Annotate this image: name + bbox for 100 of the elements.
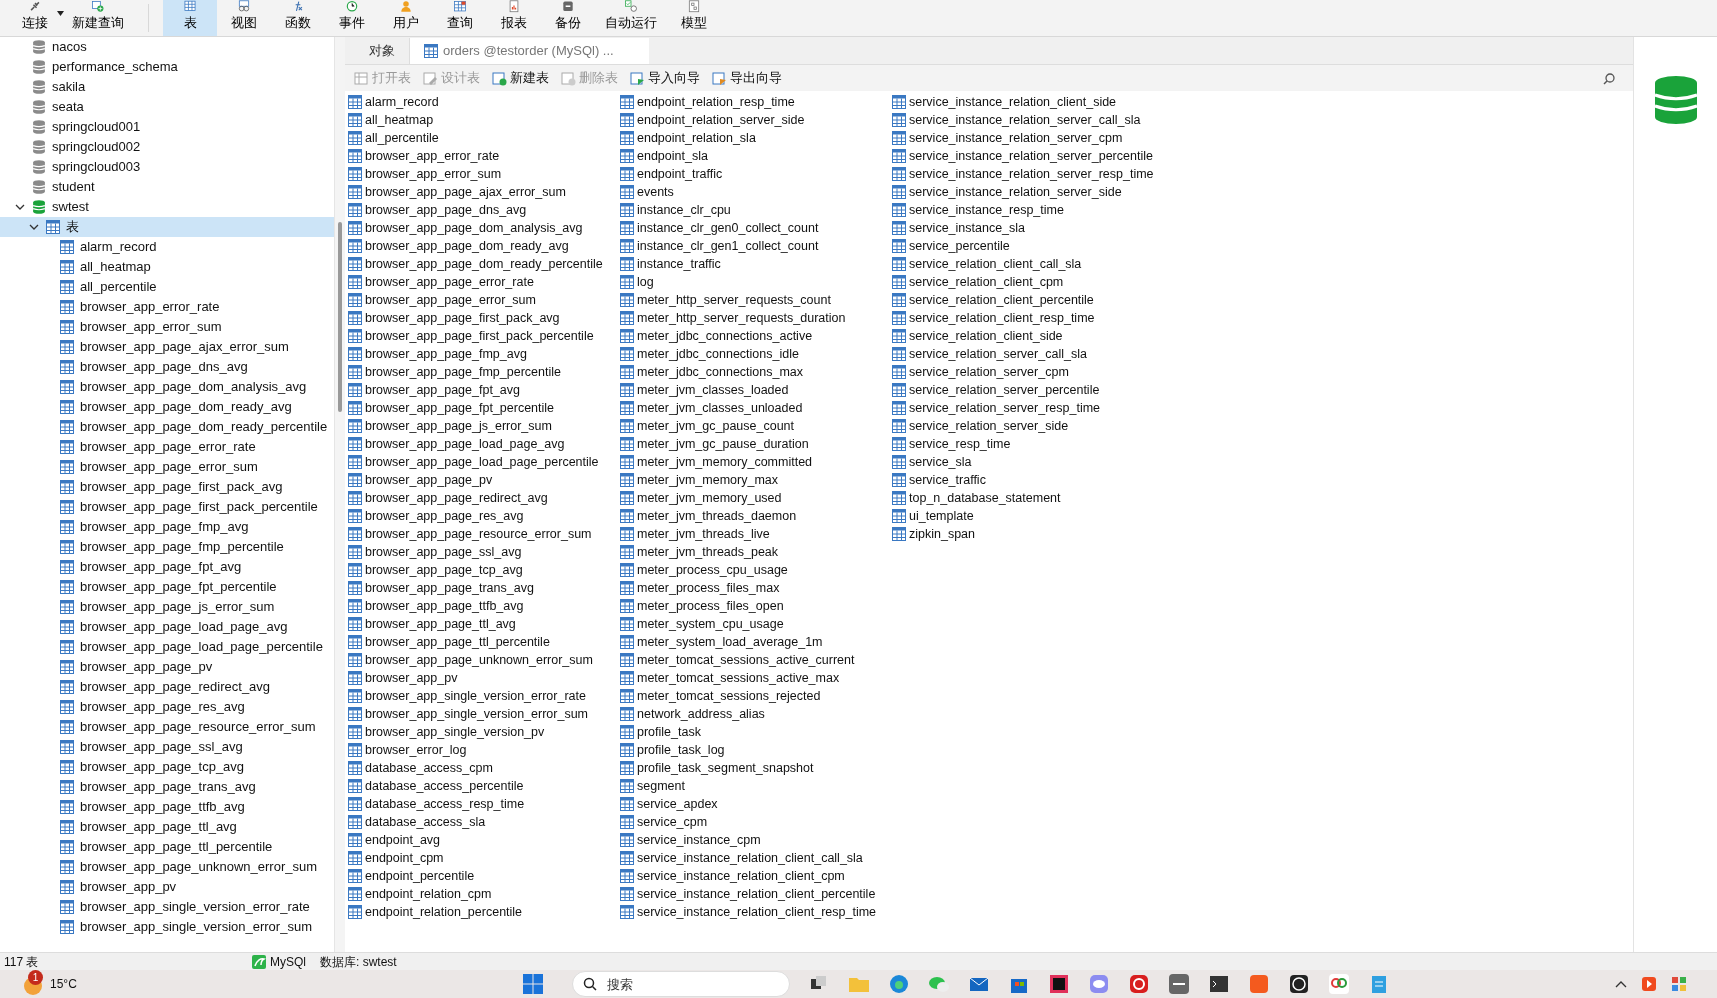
table-item[interactable]: service_instance_relation_client_call_sla (620, 849, 892, 867)
table-item[interactable]: browser_app_page_ssl_avg (348, 543, 620, 561)
tree-item[interactable]: browser_app_page_trans_avg (0, 777, 334, 797)
tree-item[interactable]: browser_app_page_fmp_avg (0, 517, 334, 537)
tab[interactable]: orders @testorder (MySQl) ... (409, 38, 649, 64)
table-item[interactable]: service_instance_relation_server_cpm (892, 129, 1164, 147)
tree-item[interactable]: browser_app_page_resource_error_sum (0, 717, 334, 737)
table-item[interactable]: instance_clr_cpu (620, 201, 892, 219)
toolbar-button[interactable]: 表 (163, 0, 217, 36)
tree-item[interactable]: browser_app_single_version_error_rate (0, 897, 334, 917)
table-item[interactable]: browser_app_page_first_pack_avg (348, 309, 620, 327)
table-item[interactable]: meter_http_server_requests_count (620, 291, 892, 309)
tree-item[interactable]: browser_app_page_ttfb_avg (0, 797, 334, 817)
table-item[interactable]: service_relation_server_side (892, 417, 1164, 435)
search-field[interactable]: 搜索 (571, 971, 790, 997)
table-item[interactable]: meter_tomcat_sessions_active_current (620, 651, 892, 669)
table-item[interactable]: top_n_database_statement (892, 489, 1164, 507)
tree-item[interactable]: browser_app_page_error_sum (0, 457, 334, 477)
table-item[interactable]: meter_jvm_memory_max (620, 471, 892, 489)
table-item[interactable]: browser_app_page_first_pack_percentile (348, 327, 620, 345)
toolbar-button[interactable]: 导出向导 (709, 67, 785, 89)
table-item[interactable]: ui_template (892, 507, 1164, 525)
table-item[interactable]: browser_app_page_ttl_avg (348, 615, 620, 633)
table-item[interactable]: service_instance_relation_client_percentile (620, 885, 892, 903)
table-item[interactable]: meter_system_load_average_1m (620, 633, 892, 651)
tree-item[interactable]: all_heatmap (0, 257, 334, 277)
table-item[interactable]: meter_system_cpu_usage (620, 615, 892, 633)
table-item[interactable]: endpoint_cpm (348, 849, 620, 867)
table-item[interactable]: browser_app_single_version_pv (348, 723, 620, 741)
table-item[interactable]: service_instance_relation_server_percentile (892, 147, 1164, 165)
table-item[interactable]: meter_jvm_classes_unloaded (620, 399, 892, 417)
table-item[interactable]: service_traffic (892, 471, 1164, 489)
tree-item[interactable]: alarm_record (0, 237, 334, 257)
table-item[interactable]: service_resp_time (892, 435, 1164, 453)
table-item[interactable]: endpoint_sla (620, 147, 892, 165)
table-item[interactable]: instance_traffic (620, 255, 892, 273)
table-item[interactable]: events (620, 183, 892, 201)
table-item[interactable]: browser_app_error_rate (348, 147, 620, 165)
table-item[interactable]: profile_task_log (620, 741, 892, 759)
table-item[interactable]: service_relation_client_call_sla (892, 255, 1164, 273)
table-item[interactable]: service_relation_server_percentile (892, 381, 1164, 399)
tree-item[interactable]: browser_app_page_js_error_sum (0, 597, 334, 617)
table-item[interactable]: meter_process_files_open (620, 597, 892, 615)
tree-item[interactable]: performance_schema (0, 57, 334, 77)
tree-item[interactable]: student (0, 177, 334, 197)
table-item[interactable]: service_instance_relation_server_call_sla (892, 111, 1164, 129)
table-item[interactable]: all_heatmap (348, 111, 620, 129)
table-item[interactable]: alarm_record (348, 93, 620, 111)
table-item[interactable]: browser_app_page_res_avg (348, 507, 620, 525)
table-item[interactable]: endpoint_relation_sla (620, 129, 892, 147)
toolbar-button[interactable]: 自动运行 (595, 0, 667, 36)
table-item[interactable]: browser_app_page_load_page_percentile (348, 453, 620, 471)
tree-item[interactable]: browser_app_page_dns_avg (0, 357, 334, 377)
table-item[interactable]: instance_clr_gen0_collect_count (620, 219, 892, 237)
table-item[interactable]: all_percentile (348, 129, 620, 147)
toolbar-button[interactable]: 用户 (379, 0, 433, 36)
tree-item[interactable]: browser_app_page_ttl_avg (0, 817, 334, 837)
table-item[interactable]: browser_app_pv (348, 669, 620, 687)
tree-item[interactable]: browser_app_error_sum (0, 317, 334, 337)
table-item[interactable]: meter_jvm_gc_pause_duration (620, 435, 892, 453)
table-item[interactable]: meter_jvm_memory_committed (620, 453, 892, 471)
tree-item[interactable]: sakila (0, 77, 334, 97)
tree-item[interactable]: springcloud003 (0, 157, 334, 177)
table-item[interactable]: endpoint_avg (348, 831, 620, 849)
tree-item[interactable]: 表 (0, 217, 334, 237)
tree-item[interactable]: browser_app_page_redirect_avg (0, 677, 334, 697)
table-item[interactable]: service_instance_sla (892, 219, 1164, 237)
table-item[interactable]: browser_app_page_redirect_avg (348, 489, 620, 507)
table-item[interactable]: service_instance_relation_client_cpm (620, 867, 892, 885)
tree-item[interactable]: browser_app_page_load_page_percentile (0, 637, 334, 657)
table-item[interactable]: browser_app_page_pv (348, 471, 620, 489)
toolbar-button[interactable]: 备份 (541, 0, 595, 36)
tree-item[interactable]: all_percentile (0, 277, 334, 297)
table-item[interactable]: browser_app_page_error_rate (348, 273, 620, 291)
table-item[interactable]: zipkin_span (892, 525, 1164, 543)
table-item[interactable]: meter_jvm_memory_used (620, 489, 892, 507)
table-item[interactable]: database_access_cpm (348, 759, 620, 777)
table-item[interactable]: browser_app_page_ttfb_avg (348, 597, 620, 615)
tree-item[interactable]: browser_app_page_tcp_avg (0, 757, 334, 777)
table-item[interactable]: service_relation_server_call_sla (892, 345, 1164, 363)
tree-item[interactable]: browser_app_page_first_pack_percentile (0, 497, 334, 517)
tree-item[interactable]: seata (0, 97, 334, 117)
tree-item[interactable]: browser_app_page_fpt_percentile (0, 577, 334, 597)
table-item[interactable]: meter_jvm_threads_peak (620, 543, 892, 561)
table-item[interactable]: browser_app_page_fmp_percentile (348, 363, 620, 381)
table-item[interactable]: service_instance_relation_client_resp_time (620, 903, 892, 921)
toolbar-button[interactable]: 查询 (433, 0, 487, 36)
tree-item[interactable]: browser_app_page_ajax_error_sum (0, 337, 334, 357)
table-item[interactable]: meter_jdbc_connections_max (620, 363, 892, 381)
table-item[interactable]: service_percentile (892, 237, 1164, 255)
table-item[interactable]: browser_app_page_js_error_sum (348, 417, 620, 435)
table-item[interactable]: endpoint_relation_server_side (620, 111, 892, 129)
table-item[interactable]: meter_tomcat_sessions_active_max (620, 669, 892, 687)
toolbar-button[interactable]: 报表 (487, 0, 541, 36)
table-item[interactable]: browser_app_page_resource_error_sum (348, 525, 620, 543)
table-item[interactable]: endpoint_traffic (620, 165, 892, 183)
table-item[interactable]: meter_jdbc_connections_idle (620, 345, 892, 363)
table-item[interactable]: browser_app_page_load_page_avg (348, 435, 620, 453)
table-item[interactable]: endpoint_relation_percentile (348, 903, 620, 921)
table-item[interactable]: meter_http_server_requests_duration (620, 309, 892, 327)
